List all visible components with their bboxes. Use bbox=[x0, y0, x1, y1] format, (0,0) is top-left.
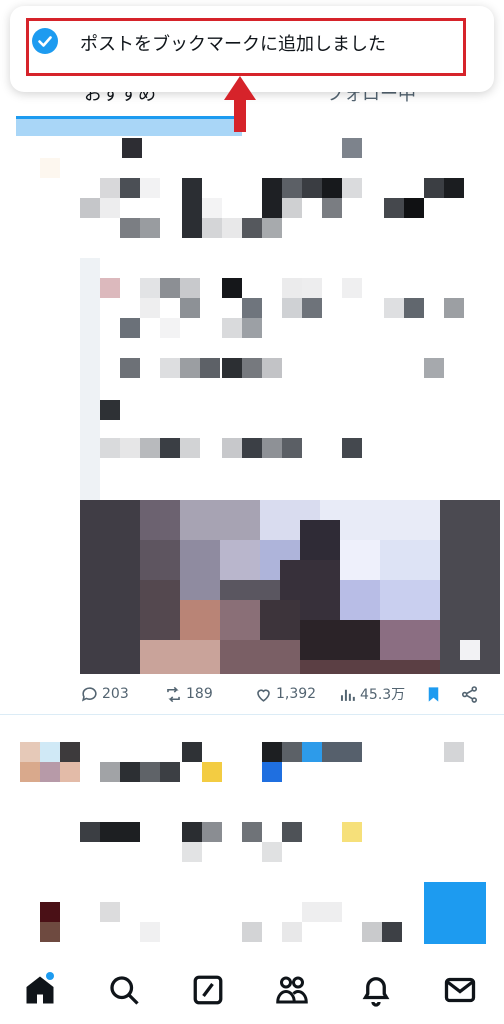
mosaic-block bbox=[140, 762, 160, 782]
search-icon bbox=[110, 976, 139, 1005]
bottom-navigation bbox=[0, 958, 504, 1024]
mosaic-block bbox=[100, 902, 120, 922]
mosaic-block bbox=[80, 822, 100, 842]
mosaic-block bbox=[202, 822, 222, 842]
mail-icon bbox=[444, 977, 476, 1003]
mosaic-block bbox=[242, 822, 262, 842]
home-new-posts-dot bbox=[46, 972, 54, 980]
mosaic-block bbox=[262, 842, 282, 862]
mosaic-block bbox=[100, 762, 120, 782]
mosaic-block bbox=[182, 742, 202, 762]
people-icon bbox=[276, 976, 308, 1004]
floating-post-button[interactable] bbox=[424, 882, 486, 944]
nav-compose[interactable] bbox=[190, 972, 226, 1008]
next-post-mosaic bbox=[0, 0, 504, 1024]
mosaic-block bbox=[382, 922, 402, 942]
nav-notifications[interactable] bbox=[358, 972, 394, 1008]
mosaic-block bbox=[120, 762, 140, 782]
mosaic-block bbox=[182, 842, 202, 862]
mosaic-block bbox=[302, 742, 322, 762]
mosaic-block bbox=[20, 762, 80, 782]
mosaic-block bbox=[202, 762, 222, 782]
annotation-arrow-up-icon bbox=[224, 76, 256, 132]
mosaic-block bbox=[282, 922, 302, 942]
toast-message: ポストをブックマークに追加しました bbox=[80, 34, 386, 55]
mosaic-block bbox=[242, 922, 262, 942]
mosaic-block bbox=[282, 742, 302, 762]
nav-messages[interactable] bbox=[442, 972, 478, 1008]
nav-communities[interactable] bbox=[274, 972, 310, 1008]
mosaic-block bbox=[342, 822, 362, 842]
mosaic-block bbox=[182, 822, 202, 842]
mosaic-block bbox=[100, 822, 140, 842]
bell-icon bbox=[362, 977, 390, 1007]
check-circle-icon bbox=[32, 28, 58, 54]
nav-search[interactable] bbox=[106, 972, 142, 1008]
compose-icon bbox=[193, 975, 223, 1005]
mosaic-block bbox=[322, 742, 362, 762]
mosaic-block bbox=[282, 822, 302, 842]
mosaic-block bbox=[140, 922, 160, 942]
mosaic-block bbox=[262, 762, 282, 782]
mosaic-block bbox=[262, 742, 282, 762]
mosaic-block bbox=[362, 922, 382, 942]
mosaic-block bbox=[444, 742, 464, 762]
mosaic-block bbox=[160, 762, 180, 782]
mosaic-block bbox=[302, 902, 342, 922]
mosaic-block bbox=[40, 902, 60, 942]
